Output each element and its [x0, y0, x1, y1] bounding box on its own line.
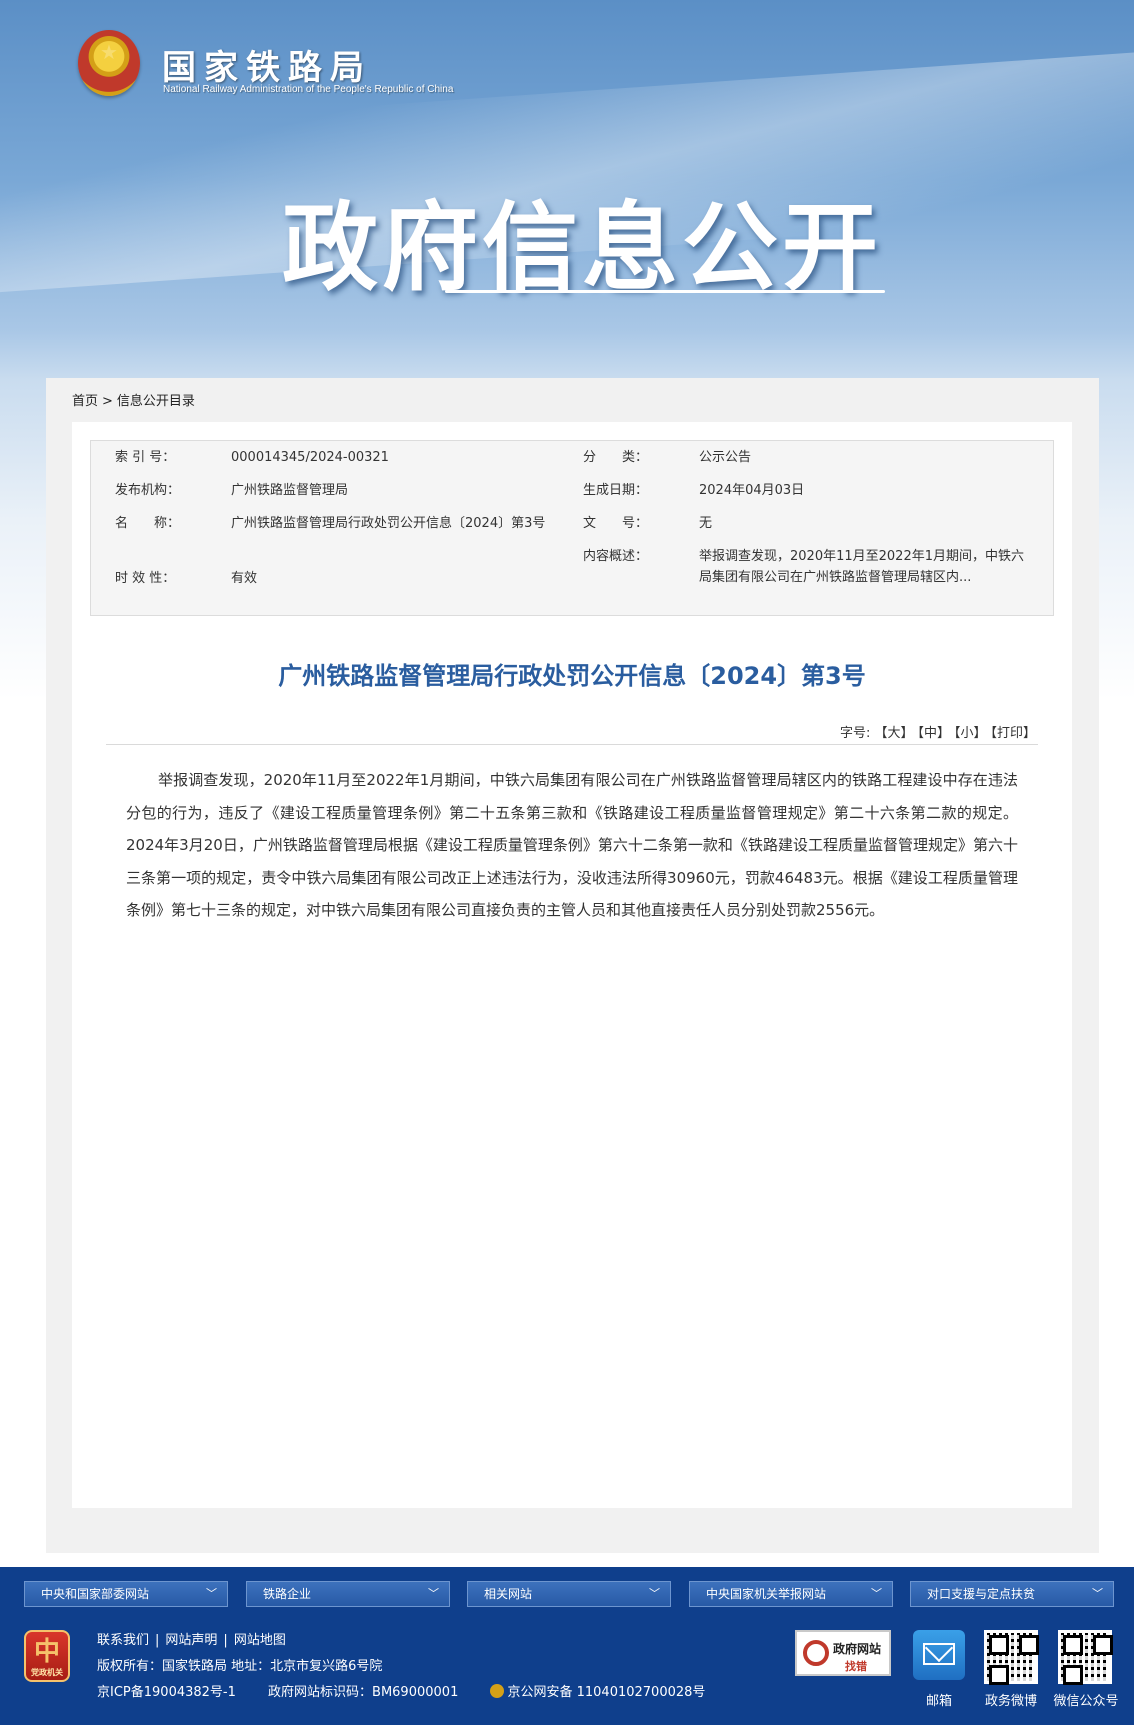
site-name-en: National Railway Administration of the P… [163, 84, 454, 95]
meta-table: 索 引 号： 000014345/2024-00321 发布机构： 广州铁路监督… [90, 440, 1054, 616]
chevron-down-icon: ﹀ [871, 1587, 882, 1600]
contact-link[interactable]: 联系我们 [97, 1633, 149, 1648]
print-button[interactable]: 【打印】 [990, 726, 1036, 741]
footer-link-selects: 中央和国家部委网站 ﹀ 铁路企业 ﹀ 相关网站 ﹀ 中央国家机关举报网站 ﹀ 对口支援与… [24, 1581, 1124, 1607]
article-title: 广州铁路监督管理局行政处罚公开信息〔2024〕第3号 [278, 662, 866, 690]
meta-value: 公示公告 [699, 450, 752, 465]
meta-label: 时 效 性： [115, 571, 176, 586]
footer-nav: 联系我们 | 网站声明 | 网站地图 [97, 1629, 292, 1648]
magnifier-icon [803, 1640, 829, 1666]
gov-badge-subtitle: 找错 [845, 1660, 867, 1673]
breadcrumb-current[interactable]: 信息公开目录 [117, 394, 195, 409]
meta-value: 000014345/2024-00321 [231, 450, 389, 465]
chevron-down-icon: ﹀ [1092, 1587, 1103, 1600]
select-label: 中央和国家部委网站 [41, 1587, 150, 1601]
icp-link[interactable]: 京ICP备19004382号-1 [97, 1685, 236, 1700]
wechat-caption[interactable]: 微信公众号 [1046, 1690, 1126, 1709]
meta-value: 有效 [231, 571, 258, 586]
badge-caption: 党政机关 [31, 1668, 63, 1677]
meta-label: 分 类： [583, 450, 649, 465]
party-gov-badge-icon[interactable]: 中党政机关 [24, 1630, 70, 1682]
sitemap-link[interactable]: 网站地图 [234, 1633, 286, 1648]
select-label: 铁路企业 [263, 1587, 312, 1601]
nav-separator: | [155, 1633, 160, 1648]
wechat-qr-code-icon [1058, 1630, 1112, 1684]
font-large-button[interactable]: 【大】 [874, 726, 913, 741]
select-label: 相关网站 [484, 1587, 533, 1601]
meta-value: 无 [699, 516, 713, 531]
police-badge-icon [490, 1684, 505, 1698]
content-panel: 索 引 号： 000014345/2024-00321 发布机构： 广州铁路监督… [72, 422, 1072, 1508]
meta-value: 广州铁路监督管理局行政处罚公开信息〔2024〕第3号 [231, 516, 546, 531]
select-ministries[interactable]: 中央和国家部委网站 ﹀ [24, 1581, 228, 1607]
meta-label: 内容概述： [583, 549, 649, 564]
breadcrumb: 首页 > 信息公开目录 [72, 390, 199, 409]
weibo-qr-code-icon [984, 1630, 1038, 1684]
envelope-icon [923, 1643, 955, 1665]
select-label: 中央国家机关举报网站 [706, 1587, 827, 1601]
meta-label: 生成日期： [583, 483, 649, 498]
font-small-button[interactable]: 【小】 [954, 726, 987, 741]
police-record[interactable]: 京公网安备 11040102700028号 [490, 1684, 706, 1700]
weibo-caption[interactable]: 政务微博 [977, 1690, 1045, 1709]
font-size-label: 字号: [840, 726, 871, 741]
chevron-down-icon: ﹀ [428, 1587, 439, 1600]
mail-button[interactable] [913, 1630, 965, 1680]
select-railway-enterprises[interactable]: 铁路企业 ﹀ [246, 1581, 450, 1607]
mail-caption[interactable]: 邮箱 [913, 1690, 965, 1709]
gov-id-text: 政府网站标识码：BM69000001 [268, 1685, 459, 1700]
page-header: ★ 国家铁路局 National Railway Administration … [0, 0, 1134, 380]
breadcrumb-home[interactable]: 首页 [72, 394, 98, 409]
font-size-tools: 字号: 【大】 【中】 【小】 【打印】 [836, 722, 1036, 741]
police-record-text: 京公网安备 11040102700028号 [507, 1685, 706, 1700]
gov-badge-title: 政府网站 [833, 1642, 882, 1656]
nav-separator: | [223, 1633, 228, 1648]
meta-value: 广州铁路监督管理局 [231, 483, 349, 498]
meta-label: 文 号： [583, 516, 649, 531]
select-related-sites[interactable]: 相关网站 ﹀ [467, 1581, 671, 1607]
meta-label: 索 引 号： [115, 450, 176, 465]
select-label: 对口支援与定点扶贫 [927, 1587, 1036, 1601]
banner-underline [445, 290, 885, 293]
select-report-sites[interactable]: 中央国家机关举报网站 ﹀ [689, 1581, 893, 1607]
chevron-down-icon: ﹀ [649, 1587, 660, 1600]
title-divider [106, 744, 1038, 745]
copyright-text: 版权所有：国家铁路局 地址：北京市复兴路6号院 [97, 1659, 383, 1674]
meta-value: 2024年04月03日 [699, 483, 805, 498]
national-emblem-icon: ★ [78, 30, 140, 96]
meta-label: 发布机构： [115, 483, 181, 498]
statement-link[interactable]: 网站声明 [165, 1633, 217, 1648]
article-body: 举报调查发现，2020年11月至2022年1月期间，中铁六局集团有限公司在广州铁… [126, 771, 1018, 919]
font-medium-button[interactable]: 【中】 [917, 726, 950, 741]
select-poverty-aid[interactable]: 对口支援与定点扶贫 ﹀ [910, 1581, 1114, 1607]
banner-title: 政府信息公开 [282, 192, 882, 304]
main-container: 首页 > 信息公开目录 索 引 号： 000014345/2024-00321 发布… [46, 378, 1099, 1553]
registration-line: 京ICP备19004382号-1 政府网站标识码：BM69000001 京公网安… [97, 1681, 705, 1700]
chevron-down-icon: ﹀ [206, 1587, 217, 1600]
meta-value: 举报调查发现，2020年11月至2022年1月期间，中铁六局集团有限公司在广州铁… [699, 549, 1024, 585]
site-name[interactable]: 国家铁路局 [162, 40, 372, 89]
page-footer: 中央和国家部委网站 ﹀ 铁路企业 ﹀ 相关网站 ﹀ 中央国家机关举报网站 ﹀ 对口支援与… [0, 1567, 1134, 1725]
breadcrumb-separator: > [102, 394, 113, 409]
meta-label: 名 称： [115, 516, 181, 531]
gov-site-error-report-button[interactable]: 政府网站 找错 [795, 1630, 891, 1676]
